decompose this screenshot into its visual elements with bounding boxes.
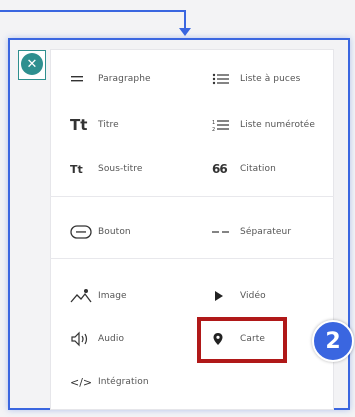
svg-text:2: 2: [212, 127, 215, 132]
button-icon: [70, 225, 98, 239]
svg-text:1: 1: [212, 120, 215, 126]
close-icon: ✕: [26, 56, 38, 72]
connector-line-horizontal: [0, 10, 186, 12]
embed-icon: </>: [70, 375, 93, 389]
bullet-list-icon: [212, 72, 240, 86]
menu-item-audio[interactable]: Audio: [70, 327, 124, 351]
map-item-highlight-box: [197, 317, 287, 363]
close-button[interactable]: ✕: [21, 53, 43, 75]
numbered-list-icon: 12: [212, 118, 240, 132]
menu-item-button[interactable]: Bouton: [70, 220, 131, 244]
menu-item-image[interactable]: Image: [70, 284, 127, 308]
menu-item-label: Bouton: [98, 227, 131, 237]
audio-icon: [70, 331, 98, 347]
menu-item-label: Liste numérotée: [240, 120, 315, 130]
image-icon: [70, 288, 98, 304]
section-divider: [50, 258, 334, 259]
section-divider: [50, 196, 334, 197]
menu-item-bullet-list[interactable]: Liste à puces: [212, 67, 300, 91]
menu-item-title[interactable]: Tt Titre: [70, 113, 119, 137]
menu-item-paragraph[interactable]: Paragraphe: [70, 67, 151, 91]
menu-item-separator[interactable]: Séparateur: [212, 220, 291, 244]
video-icon: [212, 290, 240, 302]
menu-item-label: Paragraphe: [98, 74, 151, 84]
menu-item-label: Titre: [98, 120, 119, 130]
subtitle-icon: Tt: [70, 162, 83, 176]
step-number-badge: 2: [312, 320, 354, 362]
menu-item-label: Vidéo: [240, 291, 266, 301]
quote-icon: 66: [212, 162, 228, 176]
title-icon: Tt: [70, 116, 88, 134]
menu-item-label: Séparateur: [240, 227, 292, 237]
paragraph-icon: [70, 74, 98, 84]
menu-item-quote[interactable]: 66 Citation: [212, 157, 276, 181]
connector-arrow-icon: [179, 28, 191, 36]
menu-item-video[interactable]: Vidéo: [212, 284, 266, 308]
menu-item-label: Sous-titre: [98, 164, 143, 174]
menu-item-label: Liste à puces: [240, 74, 301, 84]
menu-item-label: Citation: [240, 164, 276, 174]
menu-item-label: Image: [98, 291, 127, 301]
menu-item-label: Intégration: [98, 377, 149, 387]
menu-item-numbered-list[interactable]: 12 Liste numérotée: [212, 113, 315, 137]
menu-item-subtitle[interactable]: Tt Sous-titre: [70, 157, 142, 181]
menu-item-label: Audio: [98, 334, 125, 344]
separator-icon: [212, 229, 240, 235]
menu-item-embed[interactable]: </> Intégration: [70, 370, 149, 394]
